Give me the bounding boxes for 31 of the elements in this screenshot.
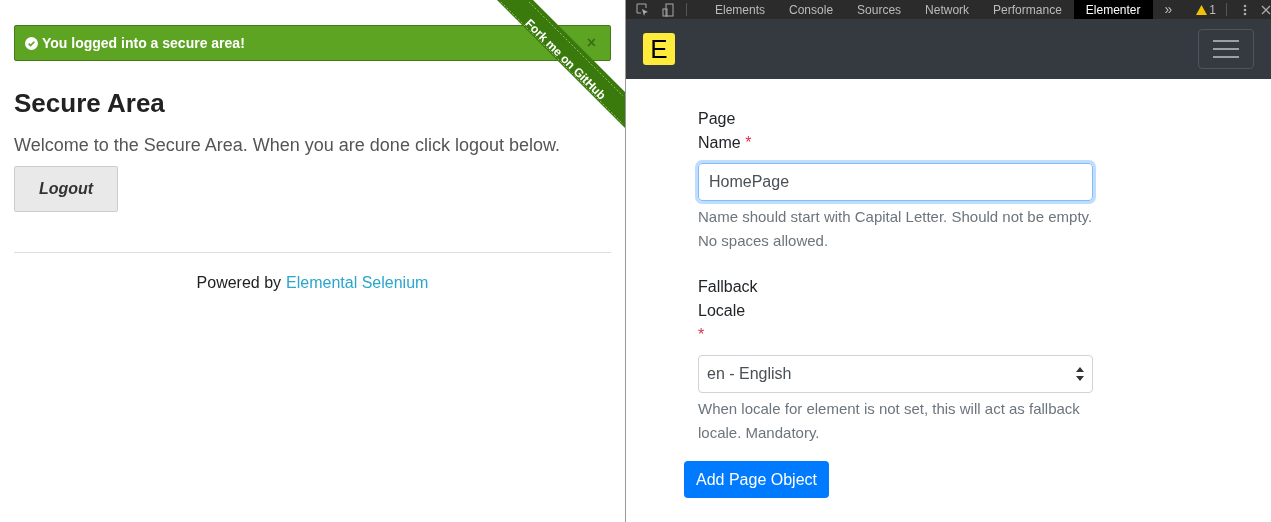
devtools-tab[interactable]: Network: [913, 0, 982, 19]
required-mark: *: [698, 326, 705, 343]
locale-select[interactable]: en - English: [698, 355, 1093, 393]
help-text: When locale for element is not set, this will act as fallback locale. Mandatory.: [698, 399, 1081, 443]
select-arrows-icon: [1076, 367, 1084, 381]
field-label: Fallback Locale: [698, 277, 758, 321]
powered-by-text: Powered by: [196, 273, 282, 293]
devtools-tab[interactable]: Performance: [981, 0, 1074, 19]
close-icon[interactable]: [1261, 4, 1271, 15]
menu-toggle-button[interactable]: [1198, 29, 1254, 69]
device-icon[interactable]: [662, 2, 674, 17]
devtools-tab[interactable]: Elements: [703, 0, 778, 19]
check-circle-icon: [25, 36, 38, 50]
welcome-text: Welcome to the Secure Area. When you are done click logout below.: [14, 133, 561, 156]
more-tabs-button[interactable]: »: [1164, 0, 1173, 20]
warning-icon: [1196, 4, 1208, 15]
more-options-icon[interactable]: [1243, 3, 1247, 16]
required-mark: *: [745, 134, 752, 151]
menu-icon: [1213, 39, 1239, 59]
page-name-field[interactable]: HomePage: [698, 163, 1093, 201]
inspect-icon[interactable]: [636, 3, 650, 16]
app-logo: E: [643, 33, 675, 65]
logout-button[interactable]: Logout: [14, 166, 118, 212]
add-page-object-button[interactable]: Add Page Object: [684, 461, 829, 498]
field-label: Page Name: [698, 109, 741, 153]
alert-message: You logged into a secure area!: [42, 33, 245, 53]
devtools-tab[interactable]: Console: [777, 0, 846, 19]
help-text: Name should start with Capital Letter. Should not be empty. No spaces allowed.: [698, 207, 1094, 251]
devtools-tab[interactable]: Sources: [845, 0, 914, 19]
devtools-tab[interactable]: Elementer: [1073, 0, 1153, 19]
warning-count[interactable]: 1: [1209, 0, 1216, 19]
